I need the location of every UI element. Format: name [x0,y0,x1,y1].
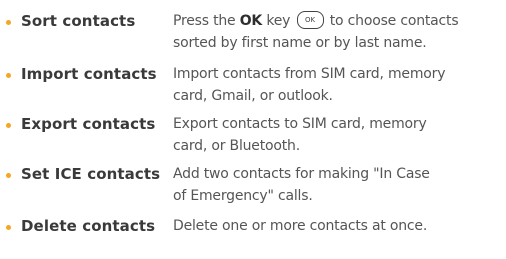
description-text: sorted by first name or by last name. [173,35,427,51]
description-text: to choose contacts [325,13,459,29]
description: Add two contacts for making "In Case of … [173,163,500,207]
description: Delete one or more contacts at once. [173,215,500,237]
description: Press the OK key OK to choose contacts s… [173,10,500,54]
description-text: Export contacts to SIM card, memory [173,116,427,132]
bullet-icon [6,123,11,128]
description-text: Press the [173,13,240,29]
contact-options-list: Sort contacts Press the OK key OK to cho… [0,0,506,259]
term-label: Delete contacts [21,217,156,235]
term-label: Sort contacts [21,12,136,30]
description-text: key [262,13,295,29]
description-text: Add two contacts for making "In Case [173,166,430,182]
description-text: Import contacts from SIM card, memory [173,66,446,82]
term-label: Import contacts [21,65,157,83]
term-label: Set ICE contacts [21,165,161,183]
description-text: of Emergency" calls. [173,188,313,204]
bullet-icon [6,20,11,25]
ok-key-icon: OK [296,10,324,29]
description: Import contacts from SIM card, memory ca… [173,63,500,107]
description: Export contacts to SIM card, memory card… [173,113,500,157]
description-text: card, or Bluetooth. [173,138,300,154]
bullet-icon [6,225,11,230]
description-text: card, Gmail, or outlook. [173,88,333,104]
term-label: Export contacts [21,115,156,133]
ok-key-label: OK [239,13,263,29]
bullet-icon [6,73,11,78]
bullet-icon [6,173,11,178]
description-text: Delete one or more contacts at once. [173,218,428,234]
